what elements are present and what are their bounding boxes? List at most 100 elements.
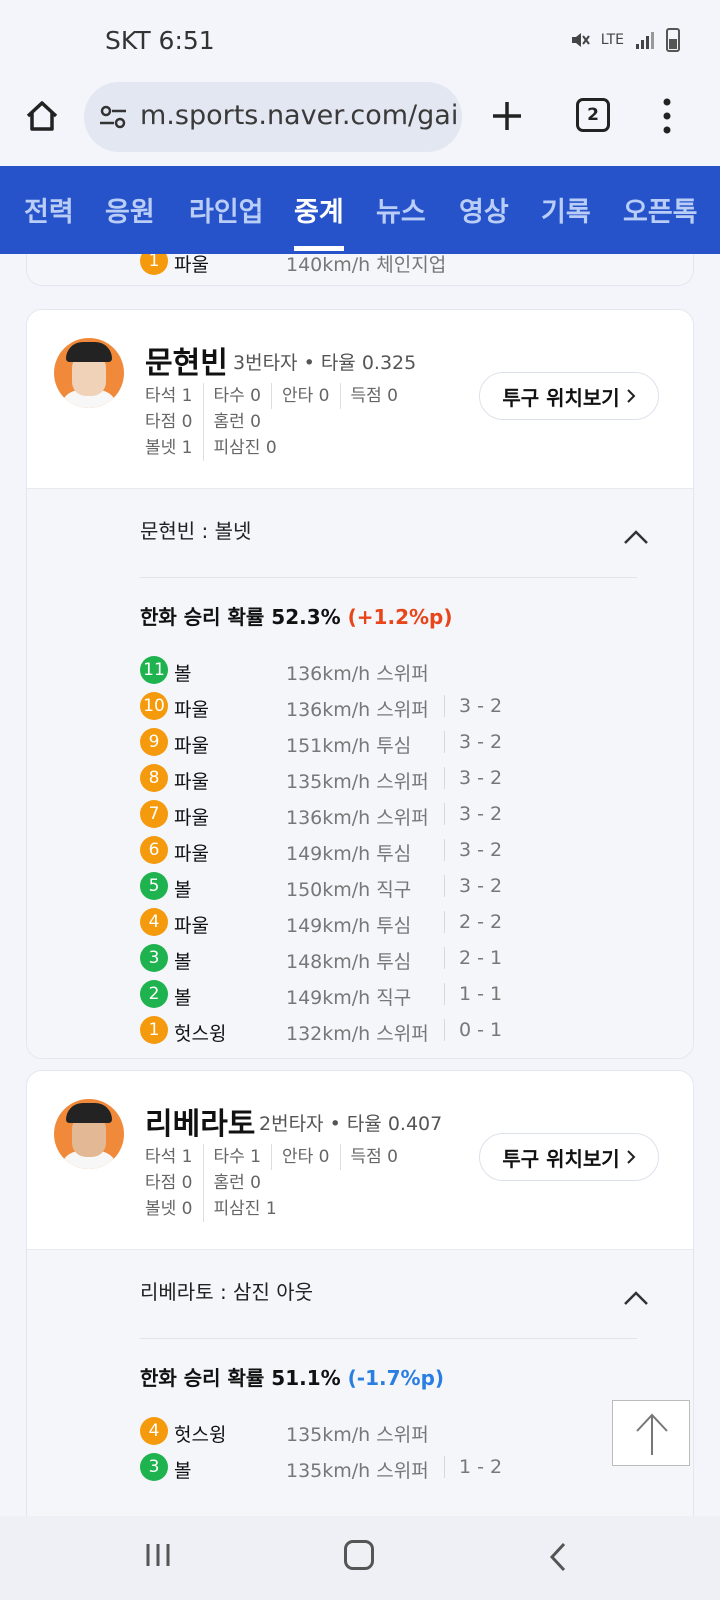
- tab-cheer[interactable]: 응원: [105, 190, 155, 229]
- player-avatar: [54, 1099, 124, 1169]
- pitch-result: 파울: [174, 771, 209, 793]
- previous-card-bottom: 1 파울 140km/h 체인지업: [26, 254, 694, 286]
- pitch-number: 2: [140, 980, 168, 1008]
- pitch-speed: 136km/h 스위퍼: [286, 807, 429, 829]
- pitch-count: 3 - 2: [444, 695, 502, 717]
- pitch-count: 3 - 2: [444, 839, 502, 861]
- player-avatar: [54, 338, 124, 408]
- pitch-result: 볼: [174, 951, 192, 973]
- pitch-result: 파울: [174, 843, 209, 865]
- tab-lineup[interactable]: 라인업: [189, 190, 264, 229]
- pitch-location-button[interactable]: 투구 위치보기: [479, 372, 659, 420]
- recent-apps-icon[interactable]: [144, 1542, 172, 1568]
- pitch-speed: 135km/h 스위퍼: [286, 1424, 429, 1446]
- player-name[interactable]: 문현빈: [145, 338, 228, 382]
- batter-card: 문현빈 3번타자 • 타율 0.325 타석 1 타수 0 안타 0 득점 0 타점 …: [26, 309, 694, 1059]
- pitch-speed: 148km/h 투심: [286, 951, 412, 973]
- stat: 타수 1: [214, 1144, 272, 1170]
- at-bat-detail: 문현빈 : 볼넷 한화 승리 확률 52.3% (+1.2%p) 11 볼 136k…: [27, 488, 693, 1058]
- pitch-row: 2 볼 149km/h 직구 1 - 1: [140, 977, 640, 1013]
- tab-records[interactable]: 기록: [541, 190, 591, 229]
- pitch-speed: 136km/h 스위퍼: [286, 699, 429, 721]
- url-text[interactable]: m.sports.naver.com/gai: [140, 100, 460, 131]
- at-bat-result: 문현빈 : 볼넷: [140, 519, 252, 543]
- pitch-result: 헛스윙: [174, 1424, 227, 1446]
- pitch-number: 6: [140, 836, 168, 864]
- player-stats: 타석 1 타수 1 안타 0 득점 0 타점 0 홈런 0 볼넷 0 피삼진 1: [145, 1144, 418, 1222]
- pitch-result: 파울: [174, 735, 209, 757]
- status-icons: LTE: [569, 28, 680, 52]
- back-icon[interactable]: [548, 1542, 568, 1572]
- game-nav-tabs: 전력 응원 라인업 중계 뉴스 영상 기록 오픈톡: [0, 166, 720, 254]
- batter-card: 리베라토 2번타자 • 타율 0.407 타석 1 타수 1 안타 0 득점 0 타점…: [26, 1070, 694, 1516]
- pitch-number: 9: [140, 728, 168, 756]
- batter-header: 리베라토 2번타자 • 타율 0.407 타석 1 타수 1 안타 0 득점 0 타점…: [27, 1071, 693, 1249]
- pitch-speed: 135km/h 스위퍼: [286, 771, 429, 793]
- pitch-count: 1 - 2: [444, 1456, 502, 1478]
- pitch-row: 8 파울 135km/h 스위퍼 3 - 2: [140, 761, 640, 797]
- tab-news[interactable]: 뉴스: [376, 190, 426, 229]
- pitch-speed: 135km/h 스위퍼: [286, 1460, 429, 1482]
- tab-lineup-strength[interactable]: 전력: [24, 190, 74, 229]
- stat: 타점 0: [145, 1170, 204, 1196]
- tab-video[interactable]: 영상: [459, 190, 509, 229]
- site-settings-icon[interactable]: [98, 102, 128, 132]
- win-probability: 한화 승리 확률 51.1% (-1.7%p): [140, 1362, 444, 1391]
- player-stats: 타석 1 타수 0 안타 0 득점 0 타점 0 홈런 0 볼넷 1 피삼진 0: [145, 383, 418, 461]
- pitch-speed: 151km/h 투심: [286, 735, 412, 757]
- pitch-row: 3 볼 135km/h 스위퍼 1 - 2: [140, 1450, 640, 1486]
- stat: 타석 1: [145, 1144, 204, 1170]
- pitch-number: 8: [140, 764, 168, 792]
- tab-live[interactable]: 중계: [294, 190, 344, 229]
- chevron-up-icon[interactable]: [623, 1290, 649, 1306]
- pitch-number: 11: [140, 656, 168, 684]
- batter-header: 문현빈 3번타자 • 타율 0.325 타석 1 타수 0 안타 0 득점 0 타점 …: [27, 310, 693, 488]
- pitch-result: 볼: [174, 987, 192, 1009]
- pitch-row: 4 파울 149km/h 투심 2 - 2: [140, 905, 640, 941]
- stat: 볼넷 0: [145, 1196, 204, 1222]
- pitch-speed: 149km/h 투심: [286, 843, 412, 865]
- stat: 볼넷 1: [145, 435, 204, 461]
- pitch-number: 3: [140, 944, 168, 972]
- pitch-list: 11 볼 136km/h 스위퍼 10 파울 136km/h 스위퍼 3 - 2 9 파울 151…: [140, 653, 640, 1049]
- stat: 안타 0: [282, 383, 341, 409]
- chevron-up-icon[interactable]: [623, 529, 649, 545]
- win-probability-text: 한화 승리 확률 51.1%: [140, 1366, 341, 1390]
- win-probability: 한화 승리 확률 52.3% (+1.2%p): [140, 601, 452, 630]
- pitch-location-button[interactable]: 투구 위치보기: [479, 1133, 659, 1181]
- play-by-play-feed[interactable]: 1 파울 140km/h 체인지업 문현빈 3번타자 • 타율 0.325 타석…: [0, 254, 720, 1516]
- pitch-row: 3 볼 148km/h 투심 2 - 1: [140, 941, 640, 977]
- pitch-number: 3: [140, 1453, 168, 1481]
- more-menu-icon[interactable]: [660, 96, 674, 136]
- pitch-speed: 149km/h 투심: [286, 915, 412, 937]
- pitch-row: 9 파울 151km/h 투심 3 - 2: [140, 725, 640, 761]
- divider: [140, 1338, 637, 1339]
- pitch-count: 3 - 2: [444, 767, 502, 789]
- pitch-count: 3 - 2: [444, 875, 502, 897]
- stat: 홈런 0: [213, 412, 262, 432]
- pitch-speed: 132km/h 스위퍼: [286, 1023, 429, 1045]
- address-bar[interactable]: m.sports.naver.com/gai: [84, 82, 462, 152]
- home-icon[interactable]: [22, 96, 62, 136]
- pitch-number: 1: [140, 1016, 168, 1044]
- home-button[interactable]: [344, 1540, 374, 1570]
- tab-open-talk[interactable]: 오픈톡: [623, 190, 698, 229]
- pitch-number: 7: [140, 800, 168, 828]
- scroll-to-top-button[interactable]: [612, 1400, 690, 1466]
- new-tab-icon[interactable]: [487, 96, 527, 136]
- player-name[interactable]: 리베라토: [145, 1099, 255, 1143]
- tab-switcher-button[interactable]: 2: [576, 98, 610, 132]
- pitch-result: 볼: [174, 663, 192, 685]
- pitch-number: 1: [140, 254, 168, 275]
- player-order-avg: 3번타자 • 타율 0.325: [233, 352, 417, 374]
- stat: 타석 1: [145, 383, 204, 409]
- stat: 홈런 0: [213, 1173, 262, 1193]
- pitch-result: 파울: [174, 807, 209, 829]
- pitch-count: 0 - 1: [444, 1019, 502, 1041]
- pitch-result: 파울: [174, 699, 209, 721]
- pitch-speed: 140km/h 체인지업: [286, 254, 447, 276]
- pitch-list: 4 헛스윙 135km/h 스위퍼 3 볼 135km/h 스위퍼 1 - 2: [140, 1414, 640, 1486]
- chevron-right-icon: [626, 389, 636, 403]
- at-bat-result: 리베라토 : 삼진 아웃: [140, 1280, 314, 1304]
- pitch-count: 3 - 2: [444, 731, 502, 753]
